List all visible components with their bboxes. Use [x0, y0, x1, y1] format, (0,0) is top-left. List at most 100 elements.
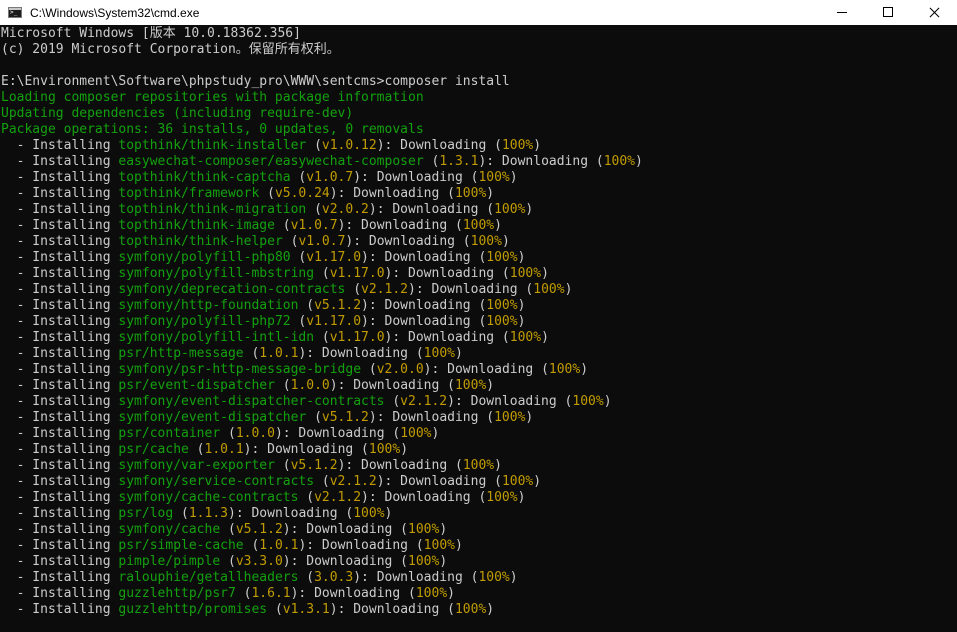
package-name: topthink/think-installer — [118, 138, 307, 153]
title-bar[interactable]: C:\Windows\System32\cmd.exe — [0, 0, 957, 25]
punct: ) — [494, 218, 502, 233]
header-line: (c) 2019 Microsoft Corporation。保留所有权利。 — [1, 42, 340, 57]
package-version: v3.3.0 — [235, 554, 283, 569]
maximize-icon[interactable] — [865, 0, 911, 25]
progress-value: 100% — [470, 234, 502, 249]
package-name: topthink/think-helper — [118, 234, 283, 249]
status-text: ): Downloading ( — [353, 170, 479, 185]
punct: ) — [486, 602, 495, 617]
status-text: ): Downloading ( — [384, 266, 510, 281]
install-prefix: - Installing — [1, 426, 119, 441]
package-version: v1.0.7 — [290, 218, 338, 233]
console-output[interactable]: Microsoft Windows [版本 10.0.18362.356] (c… — [0, 26, 957, 632]
status-text: ): Downloading ( — [353, 570, 479, 585]
package-version: v2.1.2 — [400, 394, 448, 409]
install-prefix: - Installing — [1, 154, 119, 169]
install-line: - Installing psr/event-dispatcher (1.0.0… — [0, 378, 957, 394]
punct: ) — [517, 298, 526, 313]
package-version: 1.0.0 — [290, 378, 330, 393]
punct: ( — [306, 202, 322, 217]
package-version: v5.0.24 — [274, 186, 330, 201]
package-version: 1.0.1 — [259, 538, 299, 553]
punct: ( — [298, 298, 315, 313]
package-version: 1.6.1 — [251, 586, 291, 601]
status-text: ): Downloading ( — [368, 410, 495, 425]
progress-value: 100% — [478, 170, 510, 185]
install-line: - Installing symfony/cache (v5.1.2): Dow… — [0, 522, 957, 538]
status-text: ): Downloading ( — [329, 602, 455, 617]
progress-value: 100% — [494, 410, 526, 425]
install-prefix: - Installing — [1, 394, 119, 409]
punct: ( — [188, 442, 205, 457]
punct: ( — [298, 490, 315, 505]
install-prefix: - Installing — [1, 298, 119, 313]
punct: ) — [517, 250, 526, 265]
package-name: symfony/cache — [118, 522, 221, 537]
progress-value: 100% — [415, 586, 448, 601]
cmd-icon[interactable] — [8, 7, 22, 18]
punct: ( — [423, 154, 440, 169]
package-version: v1.0.12 — [321, 138, 377, 153]
progress-value: 100% — [501, 474, 534, 489]
package-version: 1.0.1 — [204, 442, 244, 457]
install-list: - Installing topthink/think-installer (v… — [0, 138, 957, 618]
punct: ( — [306, 138, 322, 153]
progress-value: 100% — [454, 186, 487, 201]
package-name: guzzlehttp/promises — [118, 602, 268, 617]
status-text: ): Downloading ( — [376, 138, 502, 153]
punct: ) — [525, 202, 534, 217]
install-line: - Installing ralouphie/getallheaders (3.… — [0, 570, 957, 586]
package-name: psr/simple-cache — [118, 538, 244, 553]
punct: ) — [603, 394, 612, 409]
install-prefix: - Installing — [1, 218, 119, 233]
status-text: ): Downloading ( — [282, 522, 409, 537]
install-line: - Installing symfony/polyfill-php80 (v1.… — [0, 250, 957, 266]
progress-value: 100% — [423, 346, 455, 361]
install-line: - Installing symfony/cache-contracts (v2… — [0, 490, 957, 506]
install-line: - Installing psr/simple-cache (1.0.1): D… — [0, 538, 957, 554]
punct: ( — [274, 378, 291, 393]
package-name: psr/log — [118, 506, 174, 521]
punct: ) — [431, 426, 440, 441]
command-text: composer install — [384, 74, 510, 89]
install-prefix: - Installing — [1, 314, 119, 329]
package-version: v1.0.7 — [306, 170, 354, 185]
punct: ( — [243, 538, 260, 553]
package-version: v5.1.2 — [235, 522, 283, 537]
punct: ) — [494, 458, 502, 473]
minimize-icon[interactable] — [819, 0, 865, 25]
progress-value: 100% — [548, 362, 581, 377]
punct: ) — [384, 506, 393, 521]
package-name: topthink/think-captcha — [118, 170, 291, 185]
install-prefix: - Installing — [1, 346, 119, 361]
package-name: psr/http-message — [118, 346, 244, 361]
header-line: Microsoft Windows [版本 10.0.18362.356] — [1, 26, 301, 41]
punct: ) — [635, 154, 643, 169]
punct: ( — [306, 410, 322, 425]
progress-value: 100% — [533, 282, 565, 297]
status-text: ): Downloading ( — [290, 586, 416, 601]
punct: ) — [564, 282, 573, 297]
progress-value: 100% — [400, 426, 432, 441]
install-prefix: - Installing — [1, 586, 119, 601]
install-line: - Installing guzzlehttp/promises (v1.3.1… — [0, 602, 957, 618]
close-icon[interactable] — [911, 0, 957, 25]
status-text: ): Downloading ( — [361, 250, 487, 265]
punct: ) — [439, 554, 448, 569]
punct: ) — [517, 490, 526, 505]
progress-value: 100% — [509, 266, 542, 281]
punct: ( — [384, 394, 401, 409]
punct: ) — [509, 570, 518, 585]
install-line: - Installing symfony/polyfill-mbstring (… — [0, 266, 957, 282]
progress-value: 100% — [462, 218, 495, 233]
status-text: ): Downloading ( — [368, 202, 495, 217]
install-line: - Installing pimple/pimple (v3.3.0): Dow… — [0, 554, 957, 570]
package-version: v2.1.2 — [314, 490, 362, 505]
package-name: symfony/psr-http-message-bridge — [118, 362, 362, 377]
status-text: ): Downloading ( — [298, 346, 424, 361]
info-line: Updating dependencies (including require… — [1, 106, 354, 121]
package-version: v2.1.2 — [329, 474, 377, 489]
package-name: symfony/event-dispatcher — [118, 410, 307, 425]
package-version: v1.17.0 — [329, 330, 385, 345]
window-controls — [819, 0, 957, 25]
